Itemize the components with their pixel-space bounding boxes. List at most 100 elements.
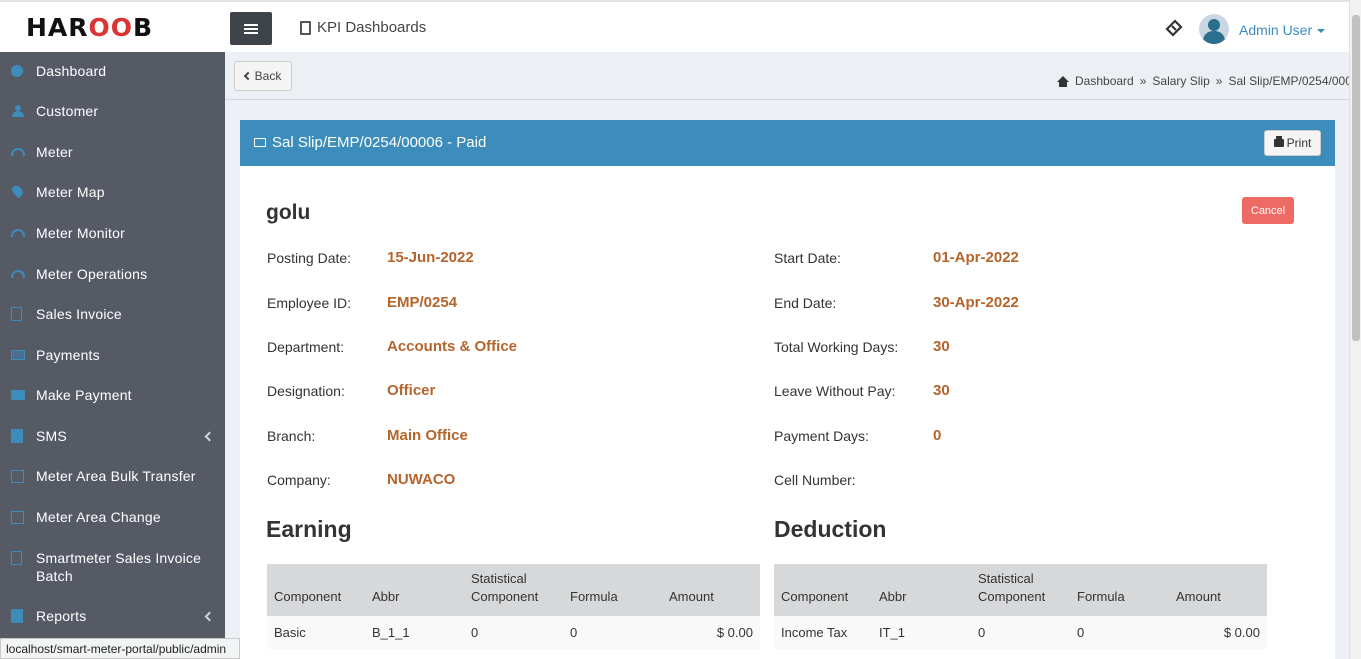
box-header: Sal Slip/EMP/0254/00006 - Paid Print xyxy=(240,120,1335,166)
user-icon xyxy=(11,105,25,117)
column-header: Component xyxy=(781,589,849,604)
sidebar-item-meter-monitor[interactable]: Meter Monitor xyxy=(0,224,225,242)
kpi-dashboards-link[interactable]: KPI Dashboards xyxy=(300,19,426,36)
file-icon xyxy=(11,307,22,321)
posting-date-label: Posting Date: xyxy=(267,250,352,266)
box-title: Sal Slip/EMP/0254/00006 - Paid xyxy=(254,134,486,151)
sidebar-item-label: Sales Invoice xyxy=(36,306,122,322)
sidebar-toggle-button[interactable] xyxy=(230,12,272,45)
user-avatar[interactable] xyxy=(1199,14,1229,44)
breadcrumb-separator: » xyxy=(1215,74,1223,88)
caret-down-icon xyxy=(1317,29,1326,34)
earning-title: Earning xyxy=(266,516,352,542)
breadcrumb-dashboard[interactable]: Dashboard xyxy=(1075,74,1134,88)
page-scrollbar[interactable] xyxy=(1349,0,1361,659)
start-date-value: 01-Apr-2022 xyxy=(933,249,1019,266)
start-date-label: Start Date: xyxy=(774,250,841,266)
sidebar-item-meter-operations[interactable]: Meter Operations xyxy=(0,265,225,283)
branch-value: Main Office xyxy=(387,427,468,444)
sidebar: Dashboard Customer Meter Meter Map Meter… xyxy=(0,52,225,659)
sidebar-item-meter-map[interactable]: Meter Map xyxy=(0,183,225,201)
sidebar-item-label: Meter Area Bulk Transfer xyxy=(36,468,196,484)
printer-icon xyxy=(1273,136,1284,147)
cell-statistical: 0 xyxy=(971,616,1070,649)
table-header-row: Component Abbr Statistical Component For… xyxy=(267,564,760,616)
sidebar-item-label: Payments xyxy=(36,347,100,363)
breadcrumb-separator: » xyxy=(1139,74,1147,88)
leave-without-pay-label: Leave Without Pay: xyxy=(774,383,896,399)
user-name-label: Admin User xyxy=(1239,22,1313,38)
sidebar-item-meter[interactable]: Meter xyxy=(0,143,225,161)
sidebar-item-label: Reports xyxy=(36,608,87,624)
sidebar-item-meter-area-change[interactable]: Meter Area Change xyxy=(0,508,225,526)
sidebar-item-payments[interactable]: Payments xyxy=(0,346,225,364)
total-working-days-label: Total Working Days: xyxy=(774,339,899,355)
sidebar-item-customer[interactable]: Customer xyxy=(0,102,225,120)
sidebar-item-sales-invoice[interactable]: Sales Invoice xyxy=(0,305,225,323)
earning-table: Component Abbr Statistical Component For… xyxy=(267,564,760,649)
cell-formula: 0 xyxy=(563,616,662,649)
column-header: Abbr xyxy=(372,589,400,604)
sidebar-item-label: Dashboard xyxy=(36,63,107,79)
kpi-dashboards-label: KPI Dashboards xyxy=(317,19,427,36)
column-header: Formula xyxy=(570,589,618,604)
cell-abbr: IT_1 xyxy=(872,616,971,649)
breadcrumb-salary-slip[interactable]: Salary Slip xyxy=(1152,74,1209,88)
column-header: Abbr xyxy=(879,589,907,604)
sidebar-item-label: Meter Operations xyxy=(36,266,148,282)
pie-chart-icon xyxy=(11,65,23,77)
sidebar-item-smartmeter-sales-invoice-batch[interactable]: Smartmeter Sales Invoice Batch xyxy=(0,549,225,585)
sidebar-item-label: Make Payment xyxy=(36,387,132,403)
back-label: Back xyxy=(254,69,282,83)
sidebar-item-label: Meter xyxy=(36,144,73,160)
folder-icon xyxy=(254,138,266,147)
sidebar-item-reports[interactable]: Reports xyxy=(0,607,225,625)
cell-component: Basic xyxy=(267,616,365,649)
user-menu[interactable]: Admin User xyxy=(1239,22,1326,38)
payment-days-value: 0 xyxy=(933,427,942,444)
gauge-icon xyxy=(11,148,25,156)
column-header: Amount xyxy=(669,589,714,604)
cancel-button[interactable]: Cancel xyxy=(1242,197,1294,224)
cell-abbr: B_1_1 xyxy=(365,616,464,649)
brand-logo[interactable]: HAROOB xyxy=(26,13,153,42)
leave-without-pay-value: 30 xyxy=(933,382,950,399)
sidebar-item-label: Customer xyxy=(36,103,99,119)
column-header: Amount xyxy=(1176,589,1221,604)
table-row: Income Tax IT_1 0 0 $ 0.00 xyxy=(774,616,1267,649)
sms-icon xyxy=(11,429,23,443)
cell-amount: $ 0.00 xyxy=(1169,616,1267,649)
scrollbar-thumb[interactable] xyxy=(1352,15,1360,341)
back-button[interactable]: Back xyxy=(234,61,292,91)
payment-days-label: Payment Days: xyxy=(774,428,869,444)
ticket-icon[interactable] xyxy=(1164,18,1184,38)
chevron-left-icon xyxy=(243,71,252,81)
column-header: Statistical Component xyxy=(978,571,1046,604)
employee-id-value: EMP/0254 xyxy=(387,294,458,311)
slip-title: Sal Slip/EMP/0254/00006 - Paid xyxy=(272,134,487,151)
cell-amount: $ 0.00 xyxy=(662,616,760,649)
move-icon xyxy=(11,511,24,524)
salary-slip-box: Sal Slip/EMP/0254/00006 - Paid Print gol… xyxy=(240,120,1335,659)
sidebar-item-label: Meter Monitor xyxy=(36,225,125,241)
sidebar-item-label: SMS xyxy=(36,428,67,444)
designation-value: Officer xyxy=(387,382,436,399)
document-icon xyxy=(300,20,311,35)
sidebar-item-make-payment[interactable]: Make Payment xyxy=(0,386,225,404)
sidebar-item-meter-area-bulk-transfer[interactable]: Meter Area Bulk Transfer xyxy=(0,467,225,485)
print-button[interactable]: Print xyxy=(1264,130,1321,156)
column-header: Formula xyxy=(1077,589,1125,604)
breadcrumb-current: Sal Slip/EMP/0254/00006 xyxy=(1228,74,1361,88)
reports-icon xyxy=(11,609,23,623)
sidebar-item-sms[interactable]: SMS xyxy=(0,427,225,445)
gauge-icon xyxy=(11,229,25,237)
file-icon xyxy=(11,551,22,565)
cell-formula: 0 xyxy=(1070,616,1169,649)
designation-label: Designation: xyxy=(267,383,345,399)
breadcrumb: Dashboard » Salary Slip » Sal Slip/EMP/0… xyxy=(1057,74,1361,88)
column-header: Statistical Component xyxy=(471,571,539,604)
posting-date-value: 15-Jun-2022 xyxy=(387,249,474,266)
employee-name: golu xyxy=(266,201,311,224)
sidebar-item-dashboard[interactable]: Dashboard xyxy=(0,62,225,80)
department-label: Department: xyxy=(267,339,345,355)
